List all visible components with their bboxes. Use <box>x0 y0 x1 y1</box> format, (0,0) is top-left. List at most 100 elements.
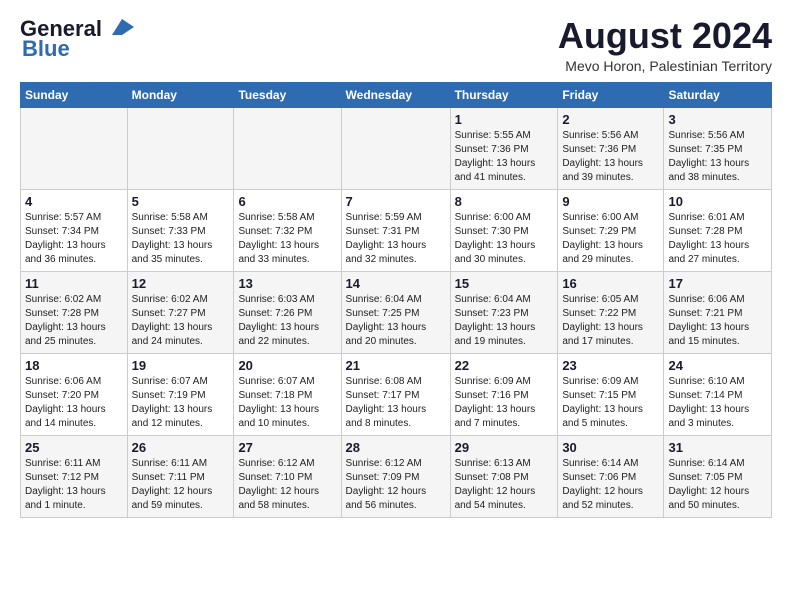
day-number: 16 <box>562 276 659 291</box>
day-number: 24 <box>668 358 767 373</box>
day-detail: Sunrise: 6:04 AMSunset: 7:25 PMDaylight:… <box>346 293 446 349</box>
day-detail: Sunrise: 5:55 AMSunset: 7:36 PMDaylight:… <box>455 129 554 185</box>
calendar-cell: 10 Sunrise: 6:01 AMSunset: 7:28 PMDayligh… <box>664 189 772 271</box>
day-number: 13 <box>238 276 336 291</box>
day-number: 1 <box>455 112 554 127</box>
calendar-cell: 8 Sunrise: 6:00 AMSunset: 7:30 PMDaylight… <box>450 189 558 271</box>
day-number: 21 <box>346 358 446 373</box>
calendar-week-row: 25 Sunrise: 6:11 AMSunset: 7:12 PMDayligh… <box>21 435 772 517</box>
calendar-cell: 3 Sunrise: 5:56 AMSunset: 7:35 PMDaylight… <box>664 107 772 189</box>
calendar-cell: 25 Sunrise: 6:11 AMSunset: 7:12 PMDayligh… <box>21 435 128 517</box>
calendar-cell <box>341 107 450 189</box>
calendar-cell: 18 Sunrise: 6:06 AMSunset: 7:20 PMDayligh… <box>21 353 128 435</box>
day-number: 20 <box>238 358 336 373</box>
day-detail: Sunrise: 6:14 AMSunset: 7:06 PMDaylight:… <box>562 457 659 513</box>
calendar-cell: 27Sunrise: 6:12 AMSunset: 7:10 PMDayligh… <box>234 435 341 517</box>
calendar-week-row: 4 Sunrise: 5:57 AMSunset: 7:34 PMDaylight… <box>21 189 772 271</box>
calendar-cell <box>127 107 234 189</box>
calendar-cell: 4 Sunrise: 5:57 AMSunset: 7:34 PMDaylight… <box>21 189 128 271</box>
day-detail: Sunrise: 6:10 AMSunset: 7:14 PMDaylight:… <box>668 375 767 431</box>
col-header-wednesday: Wednesday <box>341 82 450 107</box>
col-header-friday: Friday <box>558 82 664 107</box>
day-detail: Sunrise: 5:59 AMSunset: 7:31 PMDaylight:… <box>346 211 446 267</box>
day-number: 7 <box>346 194 446 209</box>
calendar-header-row: SundayMondayTuesdayWednesdayThursdayFrid… <box>21 82 772 107</box>
day-detail: Sunrise: 6:07 AMSunset: 7:18 PMDaylight:… <box>238 375 336 431</box>
day-number: 26 <box>132 440 230 455</box>
col-header-sunday: Sunday <box>21 82 128 107</box>
day-number: 25 <box>25 440 123 455</box>
day-number: 8 <box>455 194 554 209</box>
calendar-cell: 5 Sunrise: 5:58 AMSunset: 7:33 PMDaylight… <box>127 189 234 271</box>
day-detail: Sunrise: 5:57 AMSunset: 7:34 PMDaylight:… <box>25 211 123 267</box>
day-detail: Sunrise: 6:11 AMSunset: 7:12 PMDaylight:… <box>25 457 123 513</box>
calendar-cell: 11Sunrise: 6:02 AMSunset: 7:28 PMDayligh… <box>21 271 128 353</box>
calendar-cell: 26 Sunrise: 6:11 AMSunset: 7:11 PMDayligh… <box>127 435 234 517</box>
day-detail: Sunrise: 5:58 AMSunset: 7:33 PMDaylight:… <box>132 211 230 267</box>
col-header-saturday: Saturday <box>664 82 772 107</box>
day-detail: Sunrise: 6:11 AMSunset: 7:11 PMDaylight:… <box>132 457 230 513</box>
day-number: 11 <box>25 276 123 291</box>
day-number: 17 <box>668 276 767 291</box>
calendar-cell: 17Sunrise: 6:06 AMSunset: 7:21 PMDayligh… <box>664 271 772 353</box>
day-number: 12 <box>132 276 230 291</box>
col-header-tuesday: Tuesday <box>234 82 341 107</box>
calendar-cell: 7 Sunrise: 5:59 AMSunset: 7:31 PMDaylight… <box>341 189 450 271</box>
calendar-cell: 22Sunrise: 6:09 AMSunset: 7:16 PMDayligh… <box>450 353 558 435</box>
calendar-cell: 6 Sunrise: 5:58 AMSunset: 7:32 PMDaylight… <box>234 189 341 271</box>
day-number: 22 <box>455 358 554 373</box>
day-detail: Sunrise: 6:12 AMSunset: 7:10 PMDaylight:… <box>238 457 336 513</box>
day-number: 6 <box>238 194 336 209</box>
calendar-cell: 13 Sunrise: 6:03 AMSunset: 7:26 PMDayligh… <box>234 271 341 353</box>
day-number: 9 <box>562 194 659 209</box>
title-area: August 2024 Mevo Horon, Palestinian Terr… <box>558 16 772 74</box>
calendar-cell: 14 Sunrise: 6:04 AMSunset: 7:25 PMDayligh… <box>341 271 450 353</box>
day-number: 23 <box>562 358 659 373</box>
calendar-week-row: 11Sunrise: 6:02 AMSunset: 7:28 PMDayligh… <box>21 271 772 353</box>
calendar-cell: 31Sunrise: 6:14 AMSunset: 7:05 PMDayligh… <box>664 435 772 517</box>
calendar-cell: 12 Sunrise: 6:02 AMSunset: 7:27 PMDayligh… <box>127 271 234 353</box>
calendar-cell: 30 Sunrise: 6:14 AMSunset: 7:06 PMDayligh… <box>558 435 664 517</box>
calendar-cell <box>234 107 341 189</box>
logo-blue: Blue <box>22 36 70 62</box>
day-detail: Sunrise: 6:02 AMSunset: 7:27 PMDaylight:… <box>132 293 230 349</box>
logo: General Blue <box>20 16 136 62</box>
day-number: 15 <box>455 276 554 291</box>
day-detail: Sunrise: 6:07 AMSunset: 7:19 PMDaylight:… <box>132 375 230 431</box>
day-detail: Sunrise: 6:03 AMSunset: 7:26 PMDaylight:… <box>238 293 336 349</box>
day-detail: Sunrise: 6:14 AMSunset: 7:05 PMDaylight:… <box>668 457 767 513</box>
day-number: 5 <box>132 194 230 209</box>
day-detail: Sunrise: 6:09 AMSunset: 7:15 PMDaylight:… <box>562 375 659 431</box>
calendar-cell: 24 Sunrise: 6:10 AMSunset: 7:14 PMDayligh… <box>664 353 772 435</box>
day-detail: Sunrise: 5:58 AMSunset: 7:32 PMDaylight:… <box>238 211 336 267</box>
day-number: 4 <box>25 194 123 209</box>
month-title: August 2024 <box>558 16 772 56</box>
day-number: 19 <box>132 358 230 373</box>
day-detail: Sunrise: 6:06 AMSunset: 7:20 PMDaylight:… <box>25 375 123 431</box>
day-number: 30 <box>562 440 659 455</box>
col-header-monday: Monday <box>127 82 234 107</box>
day-number: 18 <box>25 358 123 373</box>
col-header-thursday: Thursday <box>450 82 558 107</box>
calendar-cell: 15Sunrise: 6:04 AMSunset: 7:23 PMDayligh… <box>450 271 558 353</box>
day-detail: Sunrise: 5:56 AMSunset: 7:35 PMDaylight:… <box>668 129 767 185</box>
calendar-week-row: 18 Sunrise: 6:06 AMSunset: 7:20 PMDayligh… <box>21 353 772 435</box>
day-number: 10 <box>668 194 767 209</box>
day-detail: Sunrise: 6:01 AMSunset: 7:28 PMDaylight:… <box>668 211 767 267</box>
calendar-cell: 9Sunrise: 6:00 AMSunset: 7:29 PMDaylight… <box>558 189 664 271</box>
day-detail: Sunrise: 6:08 AMSunset: 7:17 PMDaylight:… <box>346 375 446 431</box>
day-number: 2 <box>562 112 659 127</box>
day-number: 14 <box>346 276 446 291</box>
day-detail: Sunrise: 5:56 AMSunset: 7:36 PMDaylight:… <box>562 129 659 185</box>
day-detail: Sunrise: 6:12 AMSunset: 7:09 PMDaylight:… <box>346 457 446 513</box>
calendar-cell: 29 Sunrise: 6:13 AMSunset: 7:08 PMDayligh… <box>450 435 558 517</box>
day-detail: Sunrise: 6:13 AMSunset: 7:08 PMDaylight:… <box>455 457 554 513</box>
day-number: 28 <box>346 440 446 455</box>
day-detail: Sunrise: 6:00 AMSunset: 7:30 PMDaylight:… <box>455 211 554 267</box>
calendar-cell: 21 Sunrise: 6:08 AMSunset: 7:17 PMDayligh… <box>341 353 450 435</box>
day-number: 3 <box>668 112 767 127</box>
calendar-cell: 28 Sunrise: 6:12 AMSunset: 7:09 PMDayligh… <box>341 435 450 517</box>
day-number: 29 <box>455 440 554 455</box>
day-detail: Sunrise: 6:05 AMSunset: 7:22 PMDaylight:… <box>562 293 659 349</box>
subtitle: Mevo Horon, Palestinian Territory <box>558 58 772 74</box>
